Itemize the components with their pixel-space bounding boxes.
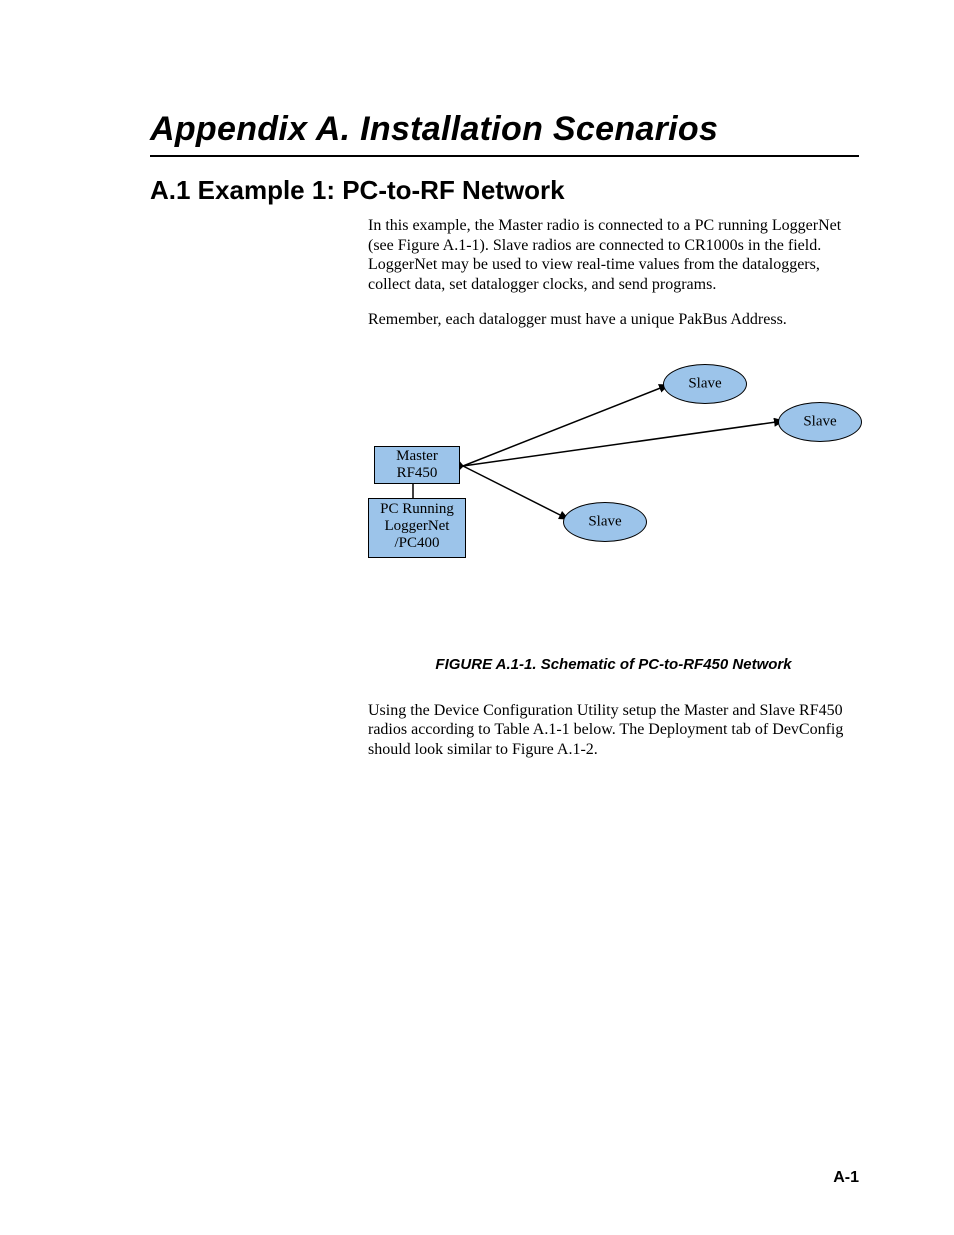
node-pc-label-line3: /PC400 <box>369 535 465 552</box>
section-title: A.1 Example 1: PC-to-RF Network <box>150 175 859 206</box>
node-master-label-line1: Master <box>375 448 459 465</box>
appendix-title: Appendix A. Installation Scenarios <box>150 110 859 149</box>
node-slave-3: Slave <box>563 502 647 542</box>
figure-diagram: Master RF450 PC Running LoggerNet /PC400… <box>368 346 888 616</box>
page: Appendix A. Installation Scenarios A.1 E… <box>0 0 954 1235</box>
node-slave-2-label: Slave <box>779 413 861 430</box>
node-slave-3-label: Slave <box>564 513 646 530</box>
node-pc-label-line1: PC Running <box>369 501 465 518</box>
title-rule <box>150 155 859 157</box>
paragraph-2: Remember, each datalogger must have a un… <box>368 310 859 330</box>
body-column-2: Using the Device Configuration Utility s… <box>368 701 859 760</box>
node-pc: PC Running LoggerNet /PC400 <box>368 498 466 558</box>
node-master-label-line2: RF450 <box>375 465 459 482</box>
figure-caption: FIGURE A.1-1. Schematic of PC-to-RF450 N… <box>368 656 859 673</box>
node-slave-2: Slave <box>778 402 862 442</box>
node-slave-1: Slave <box>663 364 747 404</box>
paragraph-1: In this example, the Master radio is con… <box>368 216 859 294</box>
body-column: In this example, the Master radio is con… <box>368 216 859 330</box>
page-number: A-1 <box>833 1169 859 1187</box>
node-pc-label-line2: LoggerNet <box>369 518 465 535</box>
paragraph-3: Using the Device Configuration Utility s… <box>368 701 859 760</box>
node-slave-1-label: Slave <box>664 375 746 392</box>
node-master: Master RF450 <box>374 446 460 484</box>
